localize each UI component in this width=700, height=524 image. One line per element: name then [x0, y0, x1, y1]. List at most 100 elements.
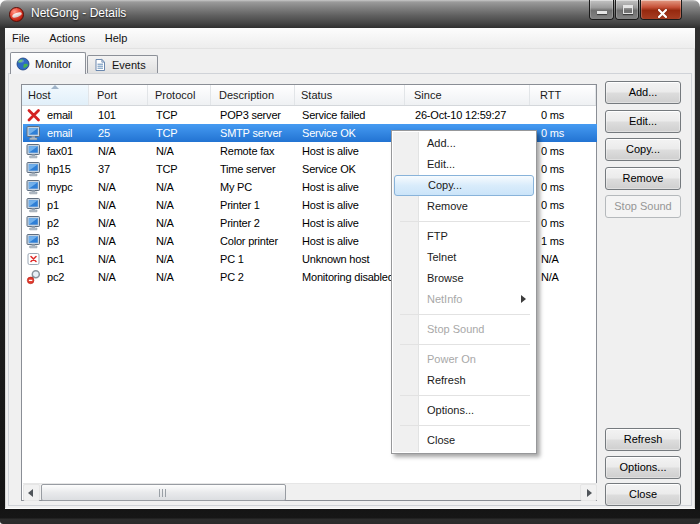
context-menu-item-remove[interactable]: Remove [394, 196, 534, 217]
maximize-icon [623, 5, 633, 14]
cell-port: 101 [90, 106, 149, 124]
edit-button[interactable]: Edit... [605, 110, 681, 133]
column-header-status[interactable]: Status [295, 85, 405, 105]
context-menu-item-browse[interactable]: Browse [394, 268, 534, 289]
options-button-bottom[interactable]: Options... [605, 456, 681, 479]
column-header-port[interactable]: Port [89, 85, 148, 105]
workstation-icon [26, 143, 42, 159]
workstation-icon [26, 233, 42, 249]
cell-rtt: 0 ms [531, 178, 597, 196]
cell-protocol: N/A [149, 232, 212, 250]
cell-host: email [23, 124, 90, 142]
window-title: NetGong - Details [31, 0, 126, 26]
cell-description: Printer 1 [212, 196, 296, 214]
maximize-button[interactable] [615, 0, 639, 20]
close-button[interactable] [640, 0, 682, 20]
cell-protocol: N/A [149, 214, 212, 232]
minimize-icon [597, 11, 607, 14]
minimize-button[interactable] [589, 0, 614, 20]
cell-port: N/A [90, 268, 149, 286]
cell-protocol: N/A [149, 250, 212, 268]
context-menu-item-add[interactable]: Add... [394, 133, 534, 154]
host-label: email [47, 124, 72, 142]
context-menu-item-ftp[interactable]: FTP [394, 226, 534, 247]
refresh-button-bottom[interactable]: Refresh [605, 428, 681, 451]
menu-file[interactable]: File [6, 28, 36, 48]
scroll-left-icon [28, 489, 33, 497]
cell-port: N/A [90, 232, 149, 250]
cell-host: p1 [23, 196, 90, 214]
context-menu-item-close[interactable]: Close [394, 430, 534, 451]
cell-rtt: 0 ms [531, 106, 597, 124]
cell-rtt: 0 ms [531, 196, 597, 214]
title-bar[interactable]: NetGong - Details [0, 0, 700, 28]
cell-protocol: TCP [149, 160, 212, 178]
horizontal-scrollbar[interactable] [23, 483, 597, 500]
cell-description: SMTP server [212, 124, 296, 142]
cell-description: Time server [212, 160, 296, 178]
cell-port: 37 [90, 160, 149, 178]
host-label: p2 [47, 214, 59, 232]
column-header-rtt[interactable]: RTT [530, 85, 596, 105]
column-header-description[interactable]: Description [211, 85, 295, 105]
tab-events-label: Events [112, 59, 146, 71]
cell-host: pc2 [23, 268, 90, 286]
cell-rtt: 0 ms [531, 124, 597, 142]
app-icon [9, 7, 24, 22]
cell-status: Service OK [296, 124, 406, 142]
scroll-left-button[interactable] [23, 484, 40, 501]
sort-ascending-icon [51, 85, 59, 89]
host-label: pc2 [47, 268, 64, 286]
close-button-bottom[interactable]: Close [605, 483, 681, 506]
cell-description: My PC [212, 178, 296, 196]
cell-host: hp15 [23, 160, 90, 178]
host-label: fax01 [47, 142, 73, 160]
scroll-right-button[interactable] [580, 484, 597, 501]
stop-sound-button[interactable]: Stop Sound [605, 195, 681, 218]
cell-protocol: N/A [149, 268, 212, 286]
tab-monitor-label: Monitor [35, 58, 72, 70]
workstation-icon [26, 215, 42, 231]
context-menu-item-refresh[interactable]: Refresh [394, 370, 534, 391]
context-menu-separator [400, 314, 530, 315]
host-label: p3 [47, 232, 59, 250]
host-label: pc1 [47, 250, 64, 268]
tab-events[interactable]: Events [87, 55, 158, 74]
cell-port: N/A [90, 196, 149, 214]
menu-actions[interactable]: Actions [43, 28, 91, 48]
document-icon [93, 58, 107, 72]
remove-button[interactable]: Remove [605, 167, 681, 190]
menu-help[interactable]: Help [99, 28, 134, 48]
column-header-since[interactable]: Since [405, 85, 530, 105]
context-menu-item-options[interactable]: Options... [394, 400, 534, 421]
column-header-host[interactable]: Host [22, 85, 89, 105]
cell-description: Printer 2 [212, 214, 296, 232]
add-button[interactable]: Add... [605, 81, 681, 104]
cell-description: PC 2 [212, 268, 296, 286]
context-menu-separator [400, 221, 530, 222]
cell-port: N/A [90, 178, 149, 196]
cell-status: Unknown host [296, 250, 406, 268]
cell-protocol: TCP [149, 124, 212, 142]
tab-monitor[interactable]: Monitor [10, 52, 86, 74]
scrollbar-thumb[interactable] [41, 484, 286, 501]
cell-protocol: N/A [149, 178, 212, 196]
workstation-icon [26, 125, 42, 141]
cell-host: p2 [23, 214, 90, 232]
copy-button[interactable]: Copy... [605, 138, 681, 161]
column-header-protocol[interactable]: Protocol [148, 85, 211, 105]
context-menu-item-netinfo: NetInfo [394, 289, 534, 310]
host-label: mypc [47, 178, 72, 196]
context-menu-item-copy[interactable]: Copy... [394, 175, 534, 196]
cell-host: mypc [23, 178, 90, 196]
table-row-email-pop3-server[interactable]: email101TCPPOP3 serverService failed26-O… [23, 106, 597, 124]
context-menu-item-telnet[interactable]: Telnet [394, 247, 534, 268]
cell-port: N/A [90, 142, 149, 160]
context-menu-separator [400, 425, 530, 426]
context-menu-item-edit[interactable]: Edit... [394, 154, 534, 175]
cell-protocol: TCP [149, 106, 212, 124]
cell-status: Host is alive [296, 178, 406, 196]
scroll-right-icon [587, 489, 592, 497]
cell-rtt: N/A [531, 250, 597, 268]
monitoring-disabled-icon [26, 269, 42, 285]
